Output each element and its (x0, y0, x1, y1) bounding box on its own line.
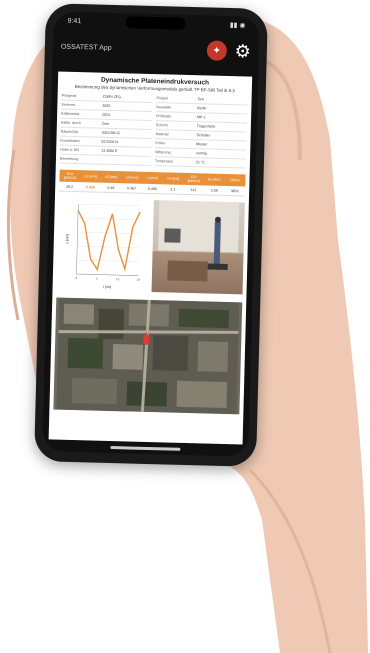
info-value: Muster (196, 142, 208, 147)
metric-header: s/v [ms] (167, 176, 180, 181)
info-value: ZORN ZFG (102, 94, 121, 100)
info-row: Bemerkung (59, 154, 152, 166)
grid-line (78, 203, 141, 206)
info-value: Test (197, 97, 205, 102)
info-value: Tragschicht (196, 124, 216, 129)
smartphone: 9:41 ▮▮ ◉ OSSATEST App ✦ ⚙ Dynamische Pl… (34, 3, 268, 467)
info-column-right: Projekt Test Baustelle Berlin Prüfstelle MP 1… (154, 94, 248, 169)
metric-header: Evd [MN/m²] (63, 171, 76, 181)
metric-header: s [mm] (147, 175, 158, 181)
metric-header: Dichte (230, 178, 241, 183)
site-photo (151, 200, 245, 295)
metric-header: Ev2/Ev1 (208, 177, 221, 182)
metric-header: s1 [mm] (84, 174, 97, 179)
logo-icon[interactable]: ✦ (206, 40, 227, 61)
info-key: Schicht (155, 123, 168, 128)
info-value: Berlin (197, 106, 207, 111)
info-value: Schotter (196, 133, 211, 138)
home-indicator (110, 446, 181, 451)
metric-header: s2 [mm] (105, 174, 118, 180)
info-key: Prüfgerät (61, 93, 77, 98)
settlement-chart: 0 6 12 18 t [ms] s [mm] (57, 198, 150, 292)
metric-header: Ev2 [MN/m²] (187, 175, 200, 184)
app-bar: OSSATEST App ✦ ⚙ (52, 29, 259, 68)
status-icons: ▮▮ ◉ (229, 21, 246, 30)
metric-value: 2.1 (170, 186, 176, 192)
x-axis-label: t [ms] (103, 285, 111, 289)
metrics-table: Evd [MN/m²] s1 [mm] s2 [mm] s3 [mm] s [mm] s/… (59, 169, 246, 197)
metric-value: 2.09 (210, 188, 218, 193)
y-axis-label: s [mm] (65, 234, 69, 244)
info-key: Höhe ü. NN (60, 147, 80, 153)
info-column-left: Prüfgerät ZORN ZFG Seriennr. 3020 Kalibrierd… (59, 91, 153, 166)
grid-line (76, 259, 139, 262)
info-value: 2024 (102, 112, 111, 117)
info-value: sonnig (196, 151, 207, 156)
x-tick-label: 0 (75, 276, 77, 280)
status-time: 9:41 (67, 17, 82, 25)
info-value: 2024-06-12 (101, 130, 121, 136)
gear-icon[interactable]: ⚙ (234, 41, 251, 61)
info-value: Zorn (101, 121, 110, 126)
phone-screen: 9:41 ▮▮ ◉ OSSATEST App ✦ ⚙ Dynamische Pl… (42, 11, 260, 457)
map-drawing (56, 297, 240, 415)
info-value: 52.5200 N (101, 139, 119, 145)
site-photo-drawing (158, 200, 240, 282)
info-key: Datum/Zeit (60, 129, 79, 135)
info-key: Projekt (156, 96, 168, 101)
metric-value: 98% (231, 188, 239, 193)
info-value: 21 °C (195, 160, 205, 165)
info-row: Temperatur 21 °C (154, 157, 247, 169)
info-key: Koordinaten (60, 138, 80, 144)
info-key: Bemerkung (59, 156, 79, 162)
info-key: Kalibrierdat. (61, 111, 81, 117)
metric-value: 0.458 (147, 186, 157, 191)
metric-value: 0.458 (85, 184, 95, 190)
info-value: 3020 (102, 103, 111, 108)
info-key: Prüfer (155, 141, 166, 146)
metric-value: 0.46 (107, 185, 115, 190)
camera-notch (125, 16, 186, 30)
x-tick-label: 18 (137, 278, 141, 282)
info-key: Temperatur (154, 159, 174, 164)
x-tick-label: 12 (116, 277, 120, 281)
grid-line (77, 217, 140, 220)
info-table: Prüfgerät ZORN ZFG Seriennr. 3020 Kalibrierd… (56, 91, 252, 169)
media-row: 0 6 12 18 t [ms] s [mm] (57, 198, 245, 295)
chart-svg: 0 6 12 18 t [ms] s [mm] (65, 203, 141, 289)
satellite-map (53, 297, 243, 415)
info-key: Material (155, 132, 169, 137)
info-key: Baustelle (156, 105, 172, 110)
info-key: Witterung (155, 150, 171, 155)
info-key: Seriennr. (61, 102, 76, 107)
metric-value: 49.2 (66, 184, 74, 189)
metric-value: 147 (190, 187, 197, 192)
info-value: 13.4050 E (101, 148, 118, 154)
metric-header: s3 [mm] (125, 175, 138, 180)
info-key: Prüfstelle (156, 114, 172, 119)
app-title: OSSATEST App (60, 43, 112, 52)
report-document: Dynamische Plateneindrukversuch Bestimmu… (48, 71, 253, 445)
grid-line (77, 245, 140, 248)
info-key: Kalibr. durch (60, 120, 81, 126)
info-value: MP 1 (196, 115, 206, 120)
x-tick-label: 6 (96, 277, 98, 281)
metric-value: 0.457 (127, 185, 137, 191)
